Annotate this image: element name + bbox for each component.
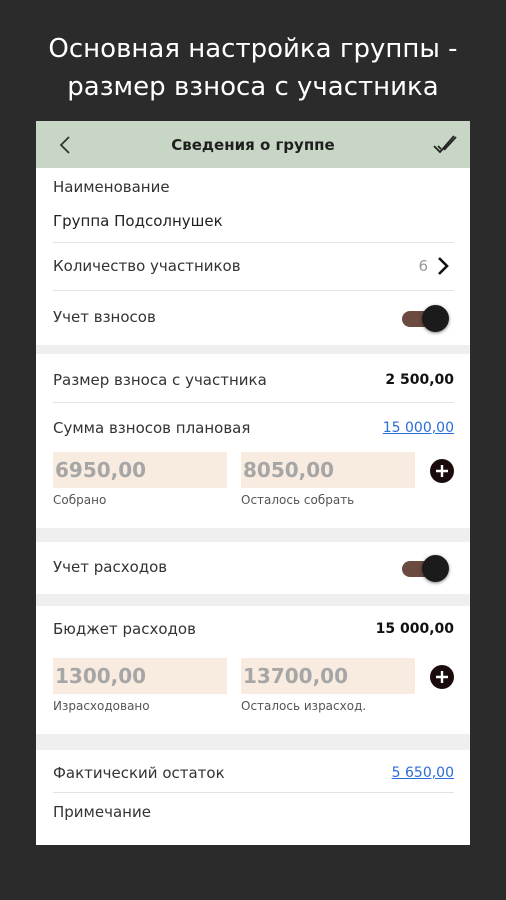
- remaining-to-collect-label: Осталось собрать: [241, 493, 355, 507]
- spent-label: Израсходовано: [53, 699, 150, 713]
- expenses-amounts: 1300,00 Израсходовано 13700,00 Осталось …: [53, 658, 454, 734]
- group-name-value[interactable]: Группа Подсолнушек: [53, 212, 223, 230]
- per-member-row[interactable]: Размер взноса с участника 2 500,00: [53, 354, 454, 403]
- contributions-toggle-label: Учет взносов: [53, 308, 156, 326]
- section-divider: [36, 734, 470, 750]
- contributions-amounts: 6950,00 Собрано 8050,00 Осталось собрать: [53, 452, 454, 528]
- expenses-toggle[interactable]: [402, 555, 449, 582]
- plus-icon: [436, 671, 448, 683]
- note-label: Примечание: [53, 803, 151, 821]
- note-row[interactable]: Примечание: [53, 793, 454, 833]
- screen-title: Сведения о группе: [171, 135, 335, 154]
- back-icon[interactable]: [54, 133, 78, 157]
- promo-line-2: размер взноса с участника: [67, 72, 439, 102]
- expense-budget-label: Бюджет расходов: [53, 620, 196, 638]
- add-expense-button[interactable]: [430, 665, 454, 689]
- expenses-toggle-label: Учет расходов: [53, 558, 168, 576]
- spent-field[interactable]: 1300,00: [53, 658, 227, 694]
- expense-budget-value[interactable]: 15 000,00: [376, 621, 454, 637]
- per-member-label: Размер взноса с участника: [53, 371, 267, 389]
- contributions-toggle[interactable]: [402, 305, 449, 332]
- group-name-label: Наименование: [53, 178, 170, 196]
- expenses-toggle-row: Учет расходов: [53, 542, 454, 594]
- planned-sum-label: Сумма взносов плановая: [53, 419, 251, 437]
- remaining-to-spend-label: Осталось израсход.: [241, 699, 367, 713]
- actual-balance-row: Фактический остаток 5 650,00: [53, 750, 454, 793]
- contributions-toggle-row: Учет взносов: [53, 291, 454, 345]
- group-name-row[interactable]: Наименование Группа Подсолнушек: [53, 168, 454, 243]
- chevron-right-icon[interactable]: [436, 255, 450, 281]
- app-bar: Сведения о группе: [36, 121, 470, 168]
- actual-balance-label: Фактический остаток: [53, 764, 225, 782]
- remaining-to-collect-field[interactable]: 8050,00: [241, 452, 415, 488]
- save-check-icon[interactable]: [432, 132, 458, 158]
- planned-sum-link[interactable]: 15 000,00: [383, 420, 454, 436]
- add-contribution-button[interactable]: [430, 459, 454, 483]
- per-member-value[interactable]: 2 500,00: [385, 372, 454, 388]
- collected-label: Собрано: [53, 493, 107, 507]
- section-divider: [36, 345, 470, 354]
- actual-balance-link[interactable]: 5 650,00: [392, 765, 454, 781]
- toggle-knob: [422, 305, 449, 332]
- members-count: 6: [418, 257, 428, 275]
- members-label: Количество участников: [53, 257, 241, 275]
- section-divider: [36, 594, 470, 606]
- toggle-knob: [422, 555, 449, 582]
- promo-line-1: Основная настройка группы -: [48, 34, 458, 64]
- phone-screen: Сведения о группе Наименование Группа По…: [36, 121, 470, 845]
- promo-caption: Основная настройка группы - размер взнос…: [0, 30, 506, 106]
- planned-sum-row: Сумма взносов плановая 15 000,00: [53, 403, 454, 447]
- collected-field[interactable]: 6950,00: [53, 452, 227, 488]
- members-row[interactable]: Количество участников 6: [53, 243, 454, 291]
- remaining-to-spend-field[interactable]: 13700,00: [241, 658, 415, 694]
- expense-budget-row[interactable]: Бюджет расходов 15 000,00: [53, 606, 454, 652]
- plus-icon: [436, 465, 448, 477]
- section-divider: [36, 528, 470, 542]
